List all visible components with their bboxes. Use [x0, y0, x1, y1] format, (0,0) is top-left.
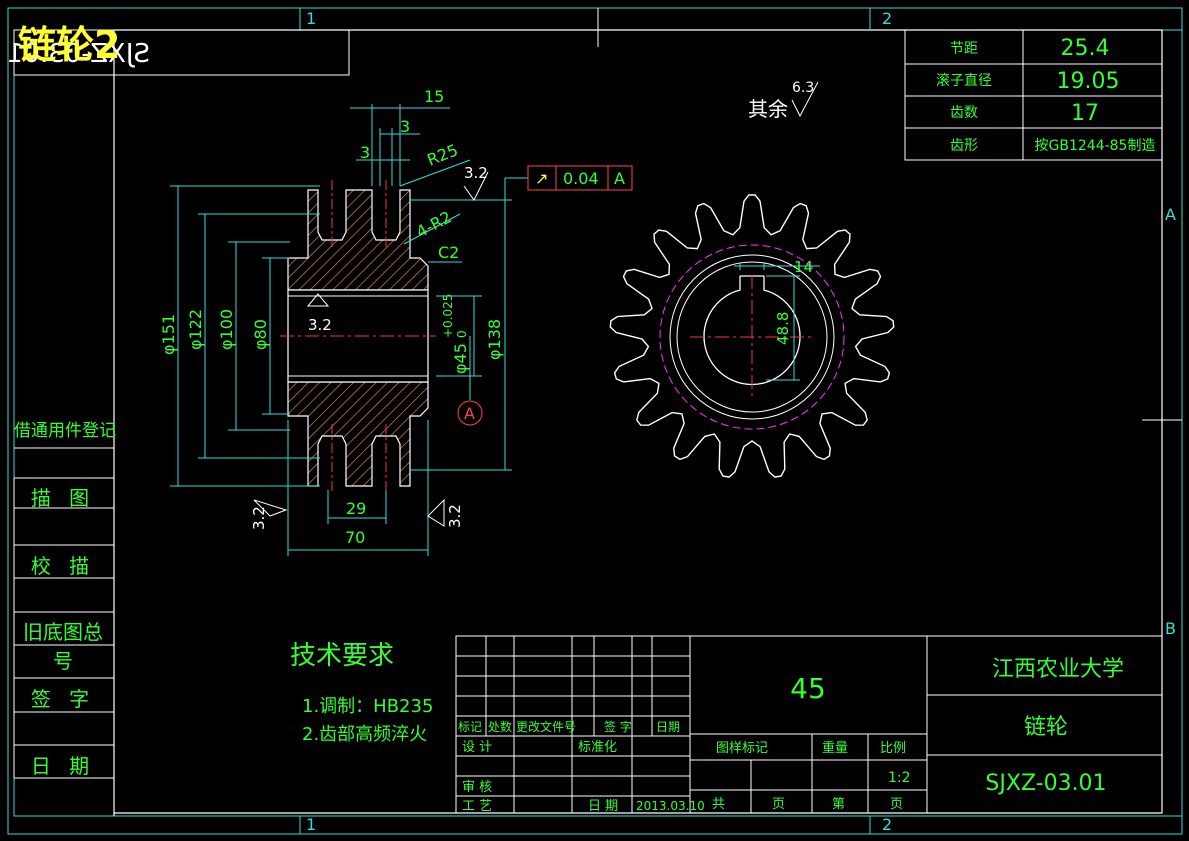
zone-side-b: B [1165, 619, 1176, 638]
dim-d80: φ80 [251, 319, 270, 350]
param-teeth-value: 17 [1071, 101, 1099, 126]
overlay-title: 链轮2 [18, 23, 121, 67]
tolerance-symbol: ↗ [535, 169, 548, 188]
param-roller-label: 滚子直径 [936, 72, 992, 89]
drawing-number: SJXZ-03.01 [985, 771, 1106, 796]
dim-d138: φ138 [485, 319, 504, 360]
dim-d122: φ122 [186, 309, 205, 350]
param-teeth-label: 齿数 [950, 105, 978, 121]
sheet-label-2: 页 [890, 797, 903, 812]
rough-right-symbol [427, 498, 445, 527]
side-label-register: 借通用件登记 [14, 421, 116, 441]
zone-bottom-2: 2 [882, 815, 892, 834]
dim-c2: C2 [438, 243, 459, 262]
weight-label: 重量 [822, 740, 848, 756]
scale-label: 比例 [880, 741, 906, 756]
total-label: 共 [712, 797, 725, 812]
dim-r2: 4-R2 [413, 207, 455, 241]
zone-bottom-1: 1 [306, 815, 316, 834]
side-label-date: 日 期 [30, 754, 96, 778]
dim-d151: φ151 [159, 314, 178, 355]
rev-header-sign: 签 字 [604, 719, 632, 734]
zone-top-1: 1 [306, 9, 316, 28]
drawing-frame [7, 7, 1183, 835]
side-label-sign: 签 字 [30, 687, 96, 711]
tech-req-item-1: 1.调制：HB235 [302, 696, 433, 717]
param-profile-label: 齿形 [950, 138, 978, 154]
tech-req-item-2: 2.齿部高频淬火 [302, 724, 427, 745]
rev-header-mark: 标记 [458, 720, 482, 734]
rough-top-value: 3.2 [464, 164, 488, 182]
date-label: 日 期 [588, 799, 618, 814]
zone-top-2: 2 [882, 9, 892, 28]
param-roller-value: 19.05 [1057, 69, 1120, 94]
review-label: 审 核 [462, 780, 492, 795]
tolerance-value: 0.04 [563, 169, 599, 188]
dim-d100: φ100 [217, 309, 236, 350]
drawing-mark-label: 图样标记 [716, 741, 768, 756]
dim-top3b: 3 [360, 143, 370, 162]
param-profile-value: 按GB1244-85制造 [1035, 138, 1156, 154]
param-pitch-value: 25.4 [1061, 36, 1110, 61]
school-name: 江西农业大学 [992, 657, 1124, 682]
dim-top15: 15 [424, 87, 444, 106]
rev-header-date: 日期 [656, 720, 680, 734]
datum-label: A [464, 404, 475, 423]
sheet-label: 页 [772, 797, 785, 812]
side-label-check: 校 描 [30, 554, 96, 578]
dim-tol-lower: 0 [455, 330, 469, 338]
param-pitch-label: 节距 [950, 41, 978, 57]
dim-tol-upper: +0.025 [441, 294, 455, 338]
dim-w70: 70 [345, 528, 365, 547]
process-label: 工 艺 [462, 799, 492, 814]
part-name: 链轮 [1024, 715, 1068, 740]
scale-value: 1:2 [888, 770, 911, 786]
zone-side-a: A [1165, 205, 1176, 224]
rough-left-value: 3.2 [250, 506, 268, 530]
rev-header-file: 更改文件号 [516, 719, 576, 734]
section-view [280, 180, 436, 494]
rough-right-value: 3.2 [446, 504, 464, 528]
design-label: 设 计 [462, 740, 492, 755]
front-view [609, 194, 895, 478]
rev-header-count: 处数 [488, 719, 512, 734]
standardize-label: 标准化 [578, 740, 617, 755]
rough-bore-value: 3.2 [308, 316, 332, 334]
tolerance-datum: A [614, 169, 625, 188]
side-label-trace: 描 图 [30, 486, 96, 510]
drawing-canvas: 1 2 1 2 A B SJXZ-03.01 节距 25.4 滚子直径 19.0… [7, 7, 1183, 835]
dim-key-width: 14 [794, 258, 813, 276]
tech-req-title: 技术要求 [290, 641, 394, 671]
roughness-other-label: 其余 [748, 97, 788, 121]
roughness-other-value: 6.3 [792, 80, 814, 96]
date-value: 2013.03.10 [636, 799, 705, 813]
number-label: 第 [832, 797, 845, 812]
dim-key-height: 48.8 [774, 312, 792, 345]
dim-top3: 3 [400, 117, 410, 136]
material: 45 [790, 672, 826, 705]
dim-w29: 29 [346, 499, 366, 518]
side-label-old-number: 旧底图总号 [23, 620, 103, 673]
dim-d45: φ45 [451, 343, 470, 374]
